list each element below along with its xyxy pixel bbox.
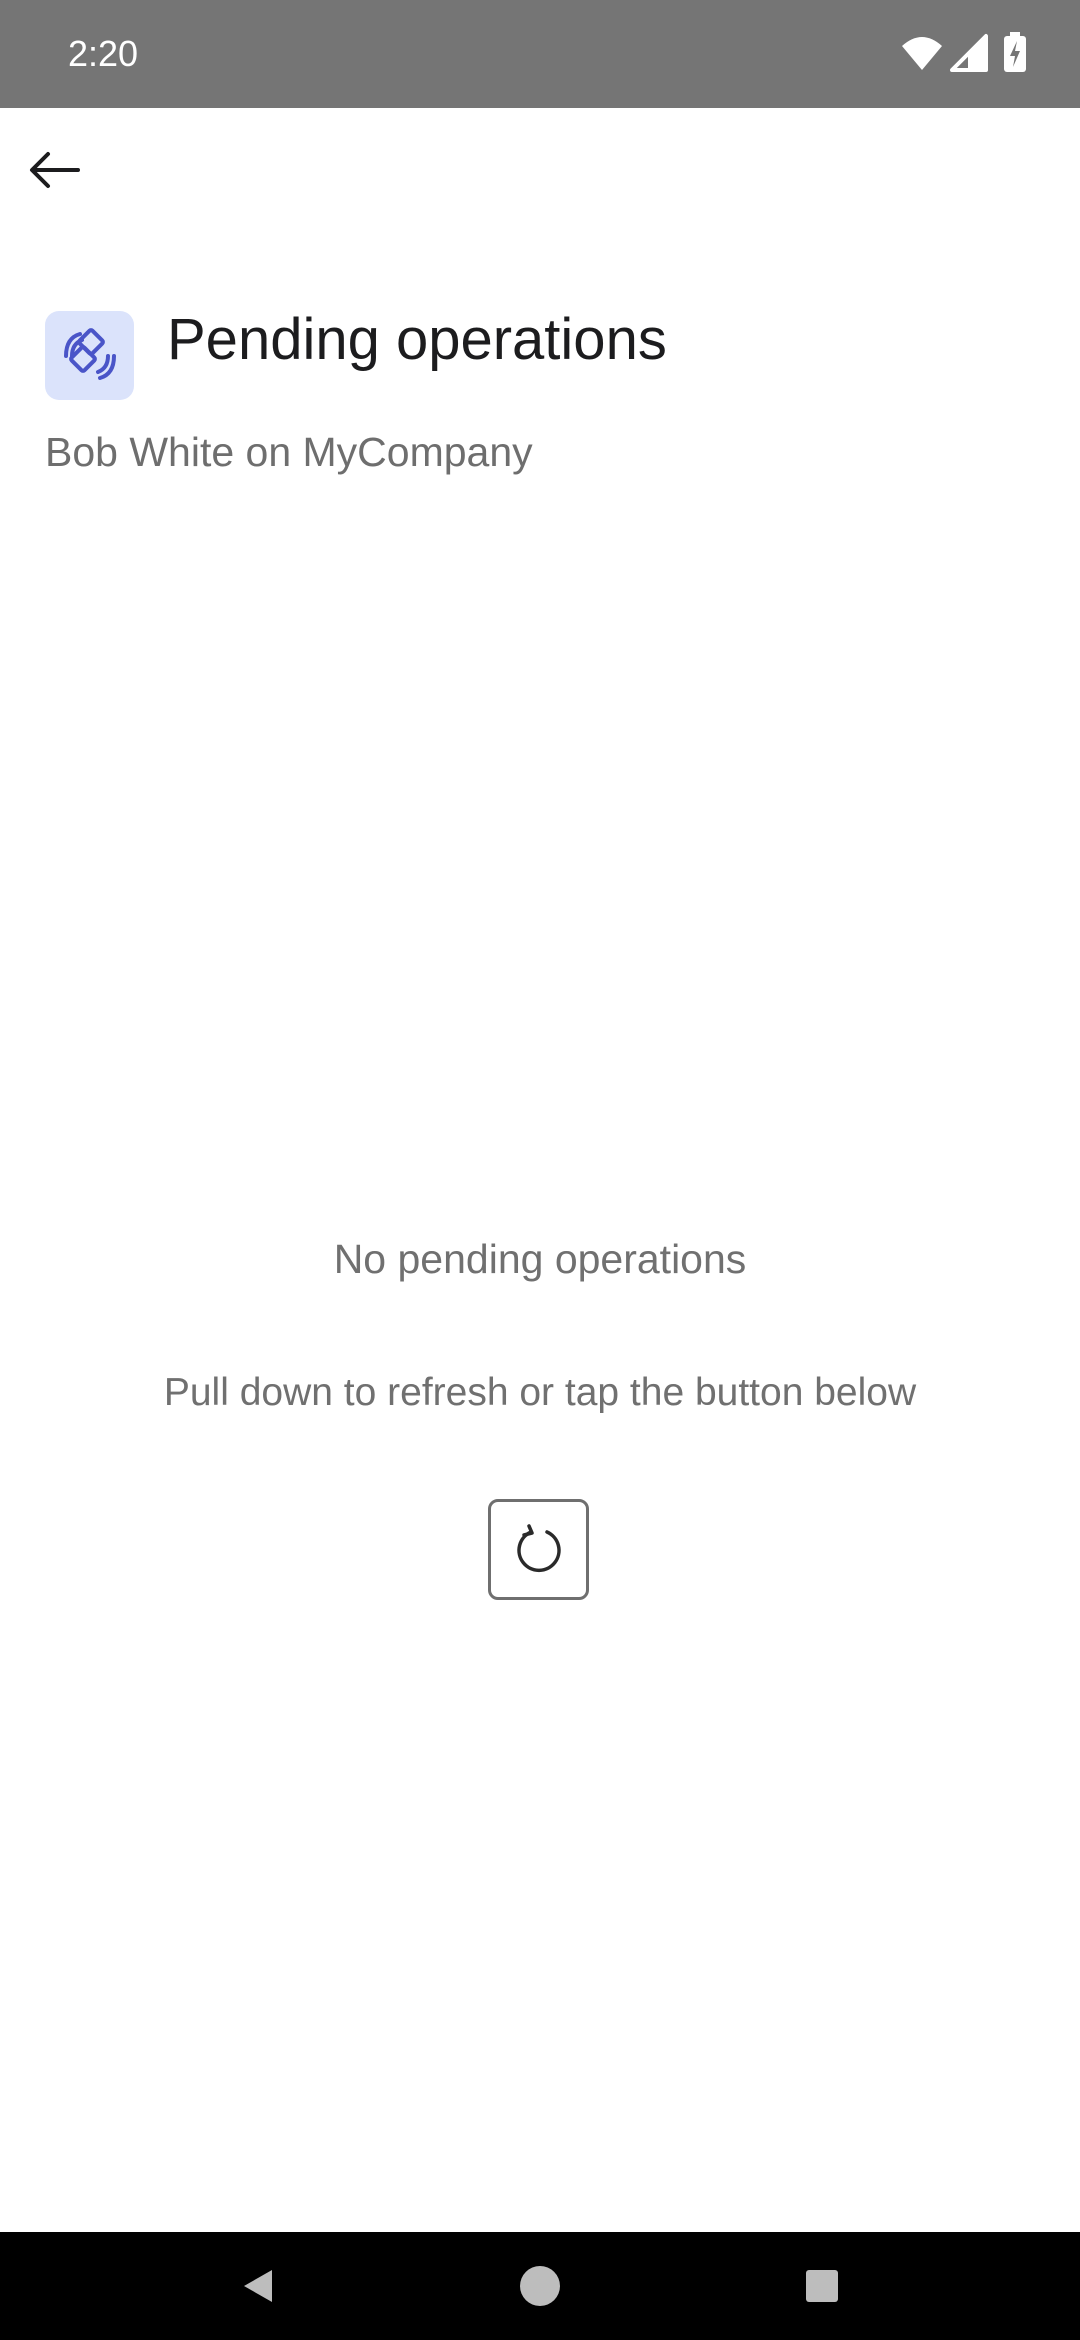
status-time: 2:20 — [68, 33, 139, 74]
nav-home-button[interactable] — [504, 2250, 576, 2322]
screen: 2:20 Pending operations Bob White on MyC… — [0, 0, 1080, 2340]
page-subtitle: Bob White on MyCompany — [45, 429, 533, 475]
empty-state-title: No pending operations — [333, 1236, 747, 1282]
pending-operations-icon — [63, 327, 116, 380]
home-circle-icon — [520, 2266, 560, 2306]
cellular-signal-icon — [950, 34, 988, 72]
back-triangle-icon — [244, 2270, 272, 2302]
page-title: Pending operations — [167, 307, 667, 372]
recents-square-icon — [806, 2270, 838, 2302]
battery-charging-icon — [1004, 32, 1026, 72]
refresh-icon — [516, 1523, 561, 1572]
refresh-button[interactable] — [488, 1499, 589, 1600]
title-icon-tile — [45, 311, 134, 400]
wifi-icon — [902, 37, 942, 70]
status-icons — [900, 30, 1080, 78]
empty-state-hint: Pull down to refresh or tap the button b… — [163, 1371, 917, 1414]
back-button[interactable] — [14, 130, 94, 210]
nav-back-button[interactable] — [222, 2250, 294, 2322]
navigation-bar — [0, 2232, 1080, 2340]
nav-recents-button[interactable] — [786, 2250, 858, 2322]
status-bar: 2:20 — [0, 0, 1080, 108]
arrow-left-icon — [30, 152, 80, 188]
